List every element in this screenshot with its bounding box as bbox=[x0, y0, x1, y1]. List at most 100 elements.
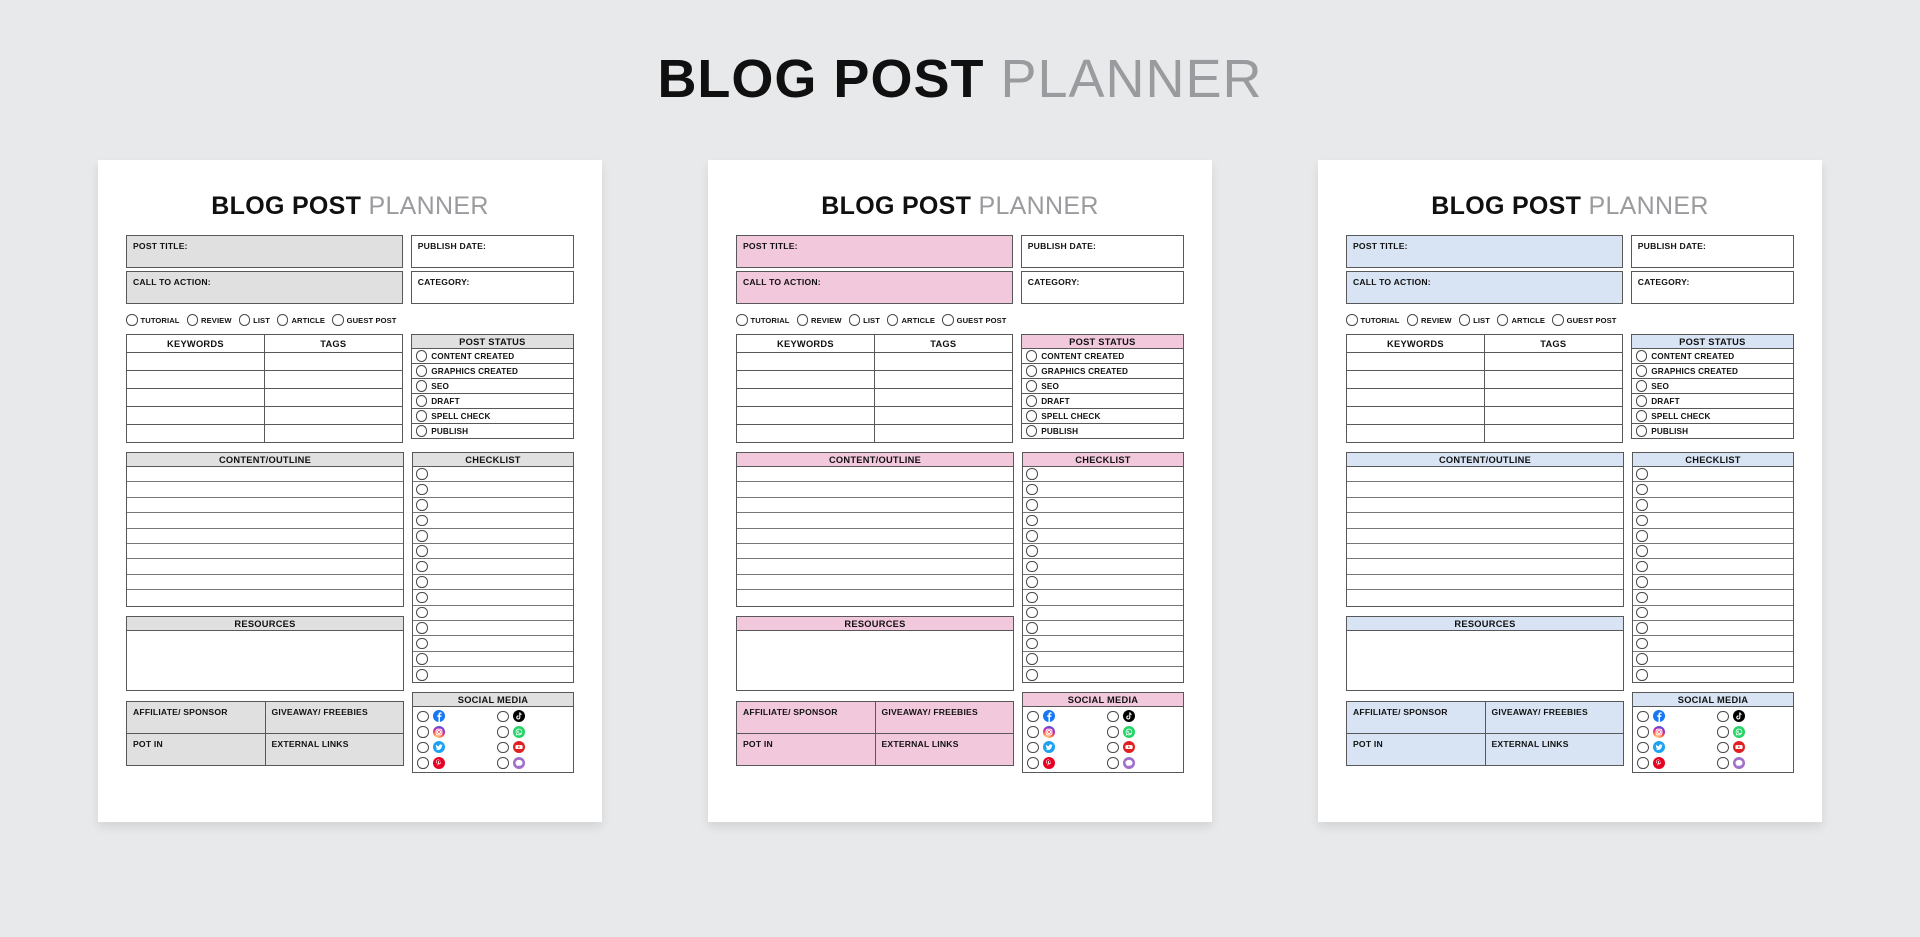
radio-icon[interactable] bbox=[416, 669, 428, 681]
bottom-field-cell[interactable]: GIVEAWAY/ FREEBIES bbox=[264, 700, 404, 734]
content-outline-line[interactable] bbox=[127, 513, 403, 529]
checklist-item[interactable] bbox=[1633, 513, 1793, 529]
radio-icon[interactable] bbox=[1637, 757, 1649, 769]
tags-cell[interactable] bbox=[873, 370, 1013, 389]
social-media-item[interactable] bbox=[1027, 725, 1103, 738]
radio-icon[interactable] bbox=[416, 637, 428, 650]
radio-icon[interactable] bbox=[1636, 468, 1648, 480]
category-field[interactable]: CATEGORY: bbox=[1630, 271, 1794, 304]
checklist-item[interactable] bbox=[413, 467, 573, 483]
radio-icon[interactable] bbox=[416, 514, 428, 527]
radio-icon[interactable] bbox=[1637, 741, 1649, 754]
tags-cell[interactable] bbox=[263, 352, 403, 371]
social-media-item[interactable] bbox=[1027, 710, 1103, 723]
checklist-item[interactable] bbox=[413, 667, 573, 682]
checklist-item[interactable] bbox=[1023, 467, 1183, 483]
keywords-cell[interactable] bbox=[126, 424, 265, 443]
radio-icon[interactable] bbox=[1636, 622, 1648, 634]
post-type-option-article[interactable]: ARTICLE bbox=[886, 314, 935, 326]
post-type-option-article[interactable]: ARTICLE bbox=[1496, 314, 1545, 326]
radio-icon[interactable] bbox=[1635, 350, 1648, 362]
social-media-item[interactable] bbox=[497, 741, 573, 754]
tags-cell[interactable] bbox=[873, 424, 1013, 443]
radio-icon[interactable] bbox=[276, 314, 289, 326]
post-status-item[interactable]: PUBLISH bbox=[1630, 424, 1794, 439]
radio-icon[interactable] bbox=[1027, 741, 1039, 754]
keywords-cell[interactable] bbox=[1346, 406, 1485, 425]
tags-cell[interactable] bbox=[1483, 388, 1623, 407]
post-status-item[interactable]: GRAPHICS CREATED bbox=[1630, 364, 1794, 379]
checklist-item[interactable] bbox=[1633, 482, 1793, 498]
post-status-item[interactable]: SEO bbox=[410, 379, 574, 394]
radio-icon[interactable] bbox=[1636, 483, 1648, 496]
content-outline-line[interactable] bbox=[1347, 498, 1623, 514]
radio-icon[interactable] bbox=[1635, 380, 1648, 392]
keywords-cell[interactable] bbox=[736, 370, 875, 389]
radio-icon[interactable] bbox=[1717, 757, 1729, 769]
radio-icon[interactable] bbox=[1636, 653, 1648, 665]
social-media-item[interactable] bbox=[1637, 741, 1713, 754]
post-title-field[interactable]: POST TITLE: bbox=[736, 235, 1013, 268]
radio-icon[interactable] bbox=[1025, 350, 1038, 362]
bottom-field-cell[interactable]: AFFILIATE/ SPONSOR bbox=[1346, 700, 1486, 734]
content-outline-line[interactable] bbox=[737, 544, 1013, 560]
content-outline-line[interactable] bbox=[1347, 513, 1623, 529]
post-status-item[interactable]: SPELL CHECK bbox=[1020, 409, 1184, 424]
radio-icon[interactable] bbox=[1636, 530, 1648, 542]
social-media-item[interactable] bbox=[1027, 741, 1103, 754]
checklist-item[interactable] bbox=[1023, 513, 1183, 529]
checklist-item[interactable] bbox=[1633, 544, 1793, 560]
content-outline-line[interactable] bbox=[1347, 482, 1623, 498]
content-outline-line[interactable] bbox=[127, 544, 403, 560]
checklist-item[interactable] bbox=[1023, 559, 1183, 575]
instagram-icon[interactable] bbox=[1042, 725, 1055, 738]
checklist-item[interactable] bbox=[1633, 467, 1793, 483]
social-media-item[interactable] bbox=[417, 741, 493, 754]
post-type-option-review[interactable]: REVIEW bbox=[186, 314, 232, 326]
checklist-item[interactable] bbox=[1023, 575, 1183, 591]
radio-icon[interactable] bbox=[416, 468, 428, 480]
social-media-item[interactable] bbox=[1107, 725, 1183, 738]
checklist-item[interactable] bbox=[1023, 529, 1183, 544]
social-media-item[interactable] bbox=[1717, 756, 1793, 769]
radio-icon[interactable] bbox=[1107, 757, 1119, 769]
radio-icon[interactable] bbox=[942, 314, 954, 326]
checklist-item[interactable] bbox=[413, 636, 573, 652]
tags-cell[interactable] bbox=[873, 406, 1013, 425]
content-outline-line[interactable] bbox=[127, 590, 403, 605]
keywords-cell[interactable] bbox=[1346, 370, 1485, 389]
keywords-cell[interactable] bbox=[126, 370, 265, 389]
radio-icon[interactable] bbox=[415, 425, 428, 437]
resources-body[interactable] bbox=[1346, 630, 1624, 691]
radio-icon[interactable] bbox=[1636, 591, 1648, 604]
post-status-item[interactable]: CONTENT CREATED bbox=[1020, 349, 1184, 364]
radio-icon[interactable] bbox=[416, 622, 428, 634]
radio-icon[interactable] bbox=[416, 653, 428, 665]
radio-icon[interactable] bbox=[1496, 314, 1509, 326]
social-media-item[interactable] bbox=[1637, 725, 1713, 738]
radio-icon[interactable] bbox=[415, 410, 428, 422]
radio-icon[interactable] bbox=[796, 314, 809, 326]
radio-icon[interactable] bbox=[1026, 499, 1038, 511]
radio-icon[interactable] bbox=[1636, 637, 1648, 650]
social-media-item[interactable] bbox=[1717, 741, 1793, 754]
radio-icon[interactable] bbox=[1636, 560, 1648, 573]
social-media-item[interactable] bbox=[417, 725, 493, 738]
post-type-option-list[interactable]: LIST bbox=[238, 314, 270, 326]
post-status-item[interactable]: SEO bbox=[1630, 379, 1794, 394]
category-field[interactable]: CATEGORY: bbox=[1020, 271, 1184, 304]
checklist-item[interactable] bbox=[413, 652, 573, 668]
radio-icon[interactable] bbox=[1026, 483, 1038, 496]
radio-icon[interactable] bbox=[1107, 726, 1119, 738]
radio-icon[interactable] bbox=[1026, 591, 1038, 604]
keywords-cell[interactable] bbox=[736, 352, 875, 371]
pinterest-icon[interactable] bbox=[1042, 756, 1055, 769]
post-status-item[interactable]: GRAPHICS CREATED bbox=[1020, 364, 1184, 379]
twitter-icon[interactable] bbox=[1652, 741, 1665, 754]
radio-icon[interactable] bbox=[1636, 514, 1648, 527]
checklist-item[interactable] bbox=[413, 544, 573, 560]
radio-icon[interactable] bbox=[1025, 380, 1038, 392]
radio-icon[interactable] bbox=[1026, 637, 1038, 650]
radio-icon[interactable] bbox=[1026, 606, 1038, 619]
bottom-field-cell[interactable]: EXTERNAL LINKS bbox=[264, 732, 404, 766]
